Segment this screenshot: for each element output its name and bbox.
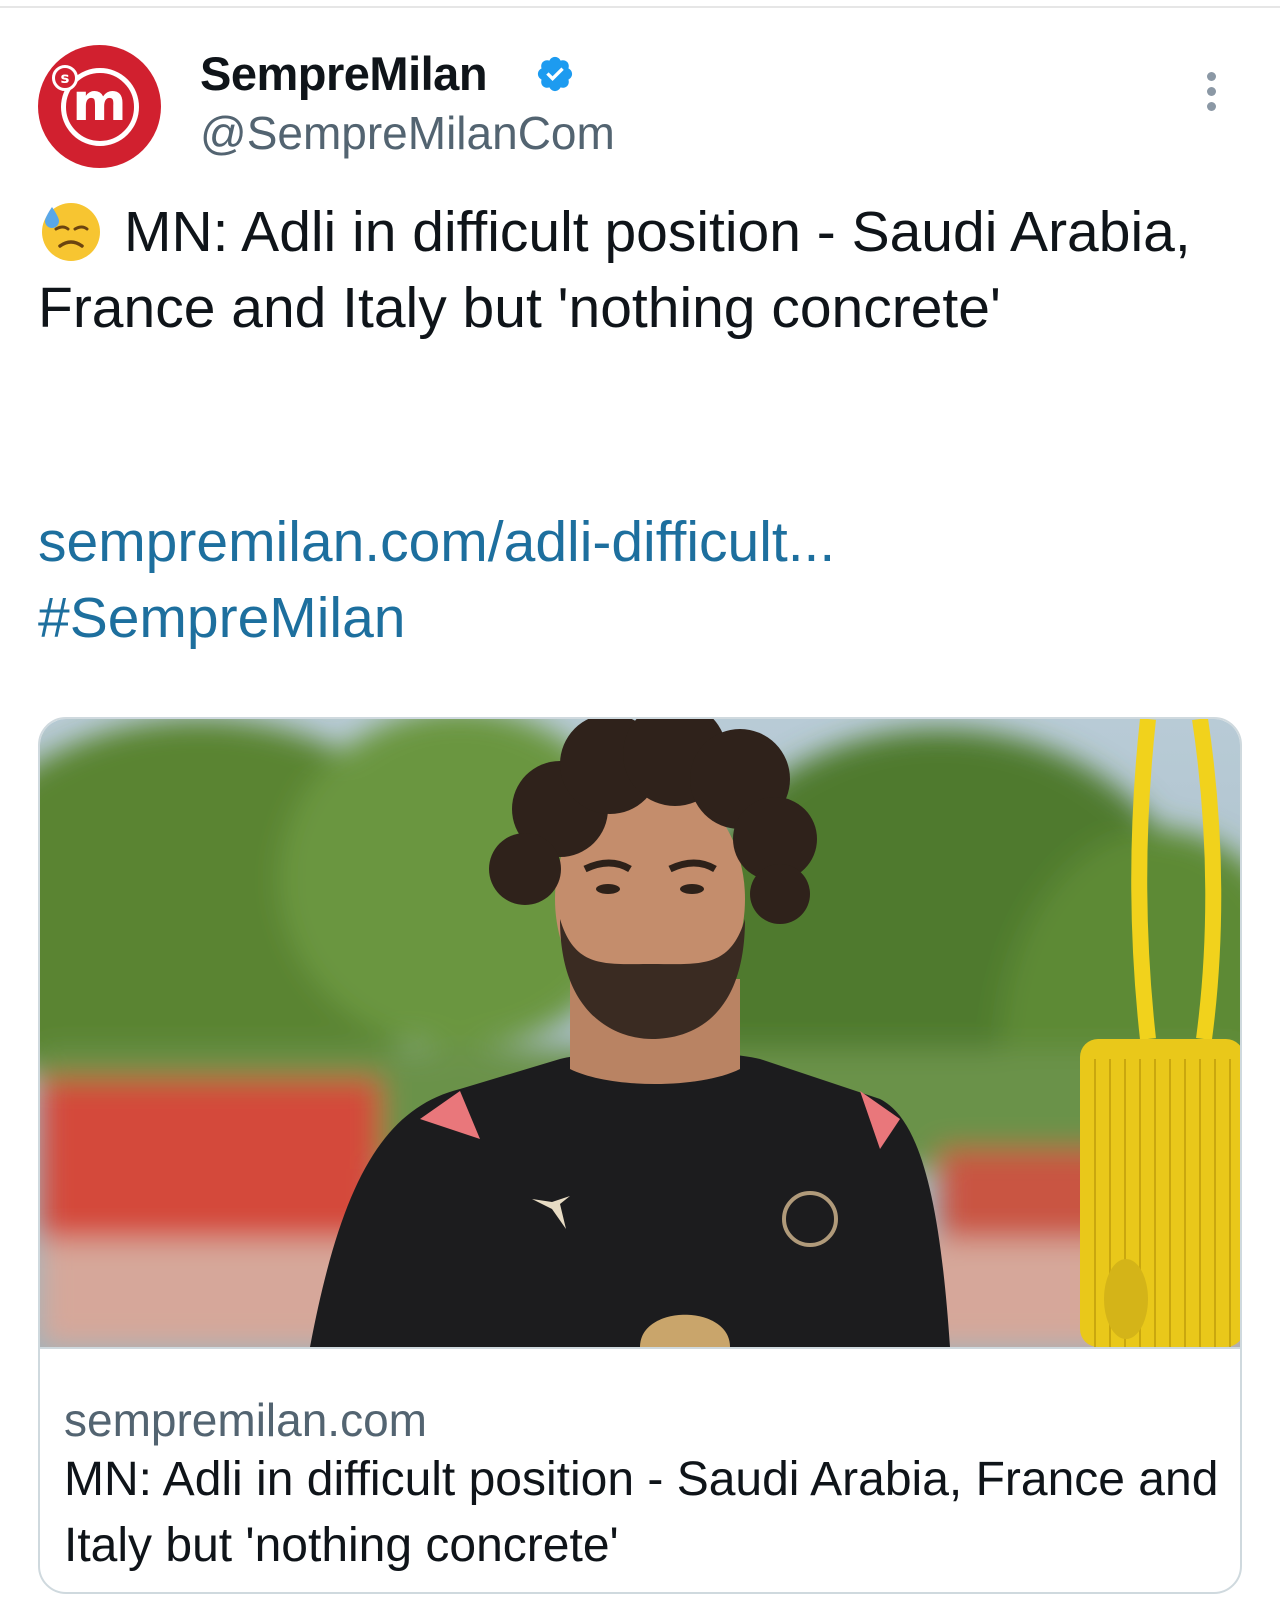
tweet-body: MN: Adli in difficult position - Saudi A…: [38, 194, 1198, 346]
tweet-header: m s SempreMilan @SempreMilanCom: [0, 0, 1280, 180]
card-domain: sempremilan.com: [64, 1394, 427, 1446]
tweet-text: MN: Adli in difficult position - Saudi A…: [38, 200, 1191, 340]
more-options-icon[interactable]: [1204, 72, 1218, 116]
avatar[interactable]: m s: [38, 45, 161, 168]
tweet-hashtag[interactable]: #SempreMilan: [38, 580, 406, 656]
downcast-face-with-sweat-icon: [38, 197, 104, 263]
account-handle[interactable]: @SempreMilanCom: [200, 106, 615, 160]
card-title: MN: Adli in difficult position - Saudi A…: [64, 1453, 1219, 1572]
player-photo[interactable]: [40, 719, 1240, 1347]
link-preview-card[interactable]: sempremilan.com MN: Adli in difficult po…: [38, 717, 1242, 1594]
avatar-badge-letter: s: [52, 65, 78, 91]
display-name[interactable]: SempreMilan: [200, 46, 488, 101]
card-meta[interactable]: sempremilan.com MN: Adli in difficult po…: [40, 1347, 1240, 1592]
verified-badge-icon: [535, 54, 575, 94]
tweet-link[interactable]: sempremilan.com/adli-difficult...: [38, 504, 835, 580]
